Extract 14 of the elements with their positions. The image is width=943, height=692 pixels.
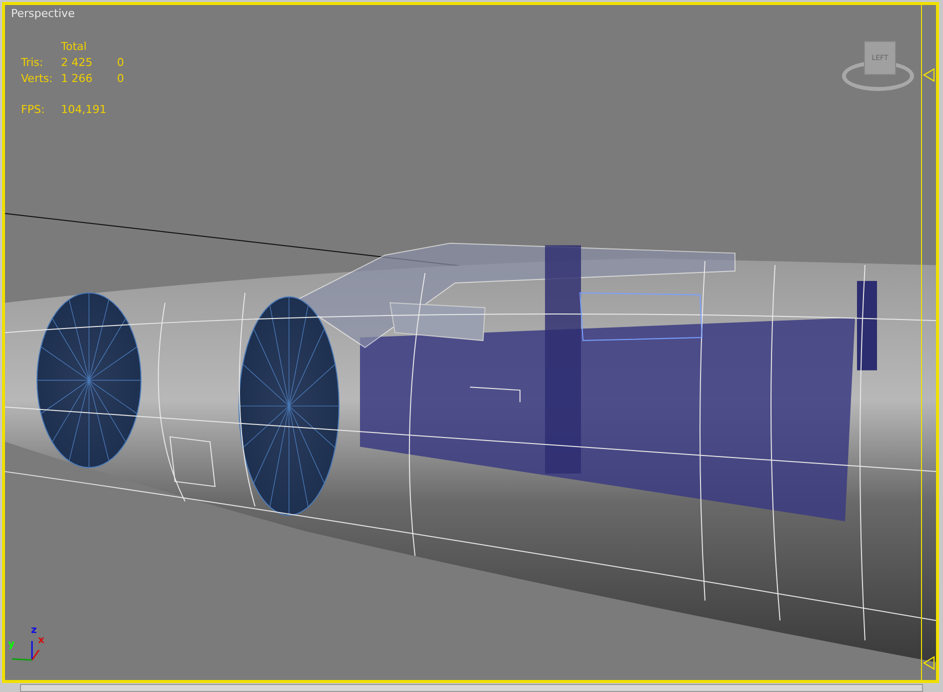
fps-label: FPS: (21, 103, 46, 116)
stat-total: 2 425 (61, 56, 94, 69)
stat-label: Tris: (21, 56, 44, 69)
stat-label: Verts: (21, 72, 54, 85)
axis-label: x (38, 635, 44, 646)
stat-selection: 0 (117, 56, 125, 69)
stat-total: 1 266 (61, 72, 94, 85)
fps-value: 104,191 (61, 103, 108, 116)
axis-label: z (31, 625, 37, 636)
stats-header: Total (61, 40, 88, 53)
stat-selection: 0 (117, 72, 125, 85)
viewport-label[interactable]: Perspective (11, 7, 75, 20)
time-slider-bar[interactable] (20, 684, 923, 692)
axis-label: y (8, 639, 15, 650)
